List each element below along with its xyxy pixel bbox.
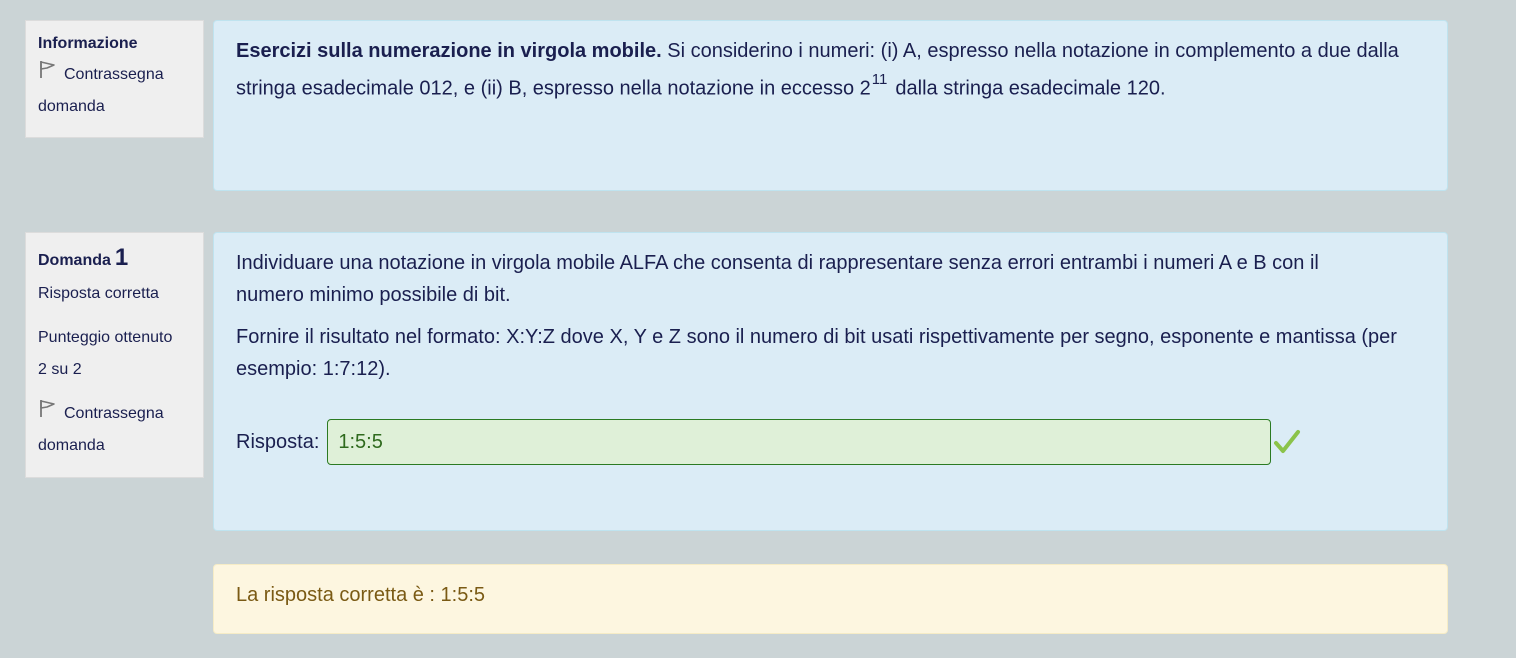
score-value: 2 su 2 [38, 361, 82, 378]
question-title-label: Domanda [38, 252, 111, 269]
check-icon [1274, 430, 1301, 453]
flag-question-link[interactable]: Contrassegna domanda [38, 398, 191, 462]
question-paragraph-2: Fornire il risultato nel formato: X:Y:Z … [236, 326, 1397, 380]
score-label: Punteggio ottenuto [38, 329, 173, 346]
question-title: Domanda 1 [38, 244, 191, 272]
question-info-sidebar: Domanda 1 Risposta corretta Punteggio ott… [25, 232, 204, 478]
answer-row: Risposta: 1:5:5 [236, 419, 1425, 465]
info-bold-heading: Esercizi sulla numerazione in virgola mo… [236, 40, 662, 62]
flag-question-link[interactable]: Contrassegna domanda [38, 59, 191, 123]
exponent-superscript: 11 [871, 71, 888, 88]
info-text: Esercizi sulla numerazione in virgola mo… [236, 35, 1425, 105]
question-content-panel: Individuare una notazione in virgola mob… [213, 232, 1448, 531]
question-number: 1 [114, 244, 129, 271]
answer-input[interactable]: 1:5:5 [327, 419, 1272, 465]
correct-answer-text: La risposta corretta è : 1:5:5 [236, 584, 486, 606]
flag-icon [38, 59, 58, 91]
info-sidebar: Informazione Contrassegna domanda [25, 20, 204, 138]
answer-label: Risposta: [236, 431, 320, 453]
info-text-part2: dalla stringa esadecimale 120. [895, 77, 1166, 100]
correct-answer-feedback: La risposta corretta è : 1:5:5 [213, 564, 1448, 634]
info-title: Informazione [38, 35, 138, 52]
info-content-panel: Esercizi sulla numerazione in virgola mo… [213, 20, 1448, 191]
question-status: Risposta corretta [38, 285, 159, 302]
question-paragraph-1: Individuare una notazione in virgola mob… [236, 252, 1319, 306]
flag-icon [38, 398, 58, 430]
